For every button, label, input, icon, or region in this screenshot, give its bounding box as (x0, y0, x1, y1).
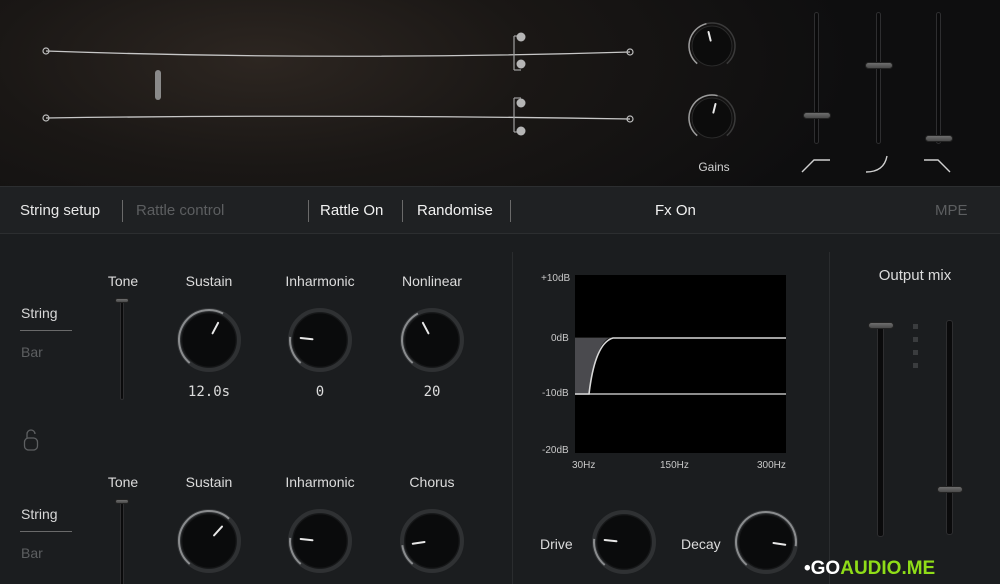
eq-xlabel-300: 300Hz (757, 460, 786, 471)
output-right-track[interactable] (946, 320, 953, 535)
watermark-suffix: AUDIO.ME (840, 558, 936, 579)
voice1-sustain-knob[interactable] (177, 308, 241, 372)
voice1-inharmonic-knob[interactable] (288, 308, 352, 372)
eq-ylabel-0: 0dB (551, 333, 569, 344)
decay-label: Decay (681, 536, 721, 552)
watermark-logo: •GOAUDIO.ME (804, 558, 935, 580)
output-mix-title: Output mix (878, 267, 952, 284)
level-meter-dots (913, 324, 918, 368)
drive-knob[interactable] (592, 510, 656, 574)
output-left-handle[interactable] (868, 322, 894, 329)
eq-ylabel-plus10: +10dB (541, 273, 571, 284)
eq-xlabel-150: 150Hz (660, 460, 689, 471)
voice2-sustain-knob[interactable] (177, 509, 241, 573)
drive-label: Drive (540, 536, 573, 552)
eq-curve[interactable] (575, 275, 786, 453)
watermark-prefix: •GO (804, 558, 841, 579)
voice2-chorus-knob[interactable] (400, 509, 464, 573)
output-left-track[interactable] (877, 322, 884, 537)
decay-knob[interactable] (734, 510, 798, 574)
eq-ylabel-minus10: -10dB (542, 388, 569, 399)
knob-layer (177, 308, 798, 574)
eq-ylabel-minus20: -20dB (542, 445, 569, 456)
voice1-nonlinear-knob[interactable] (400, 308, 464, 372)
voice2-inharmonic-knob[interactable] (288, 509, 352, 573)
output-right-handle[interactable] (937, 486, 963, 494)
eq-xlabel-30: 30Hz (572, 460, 596, 471)
